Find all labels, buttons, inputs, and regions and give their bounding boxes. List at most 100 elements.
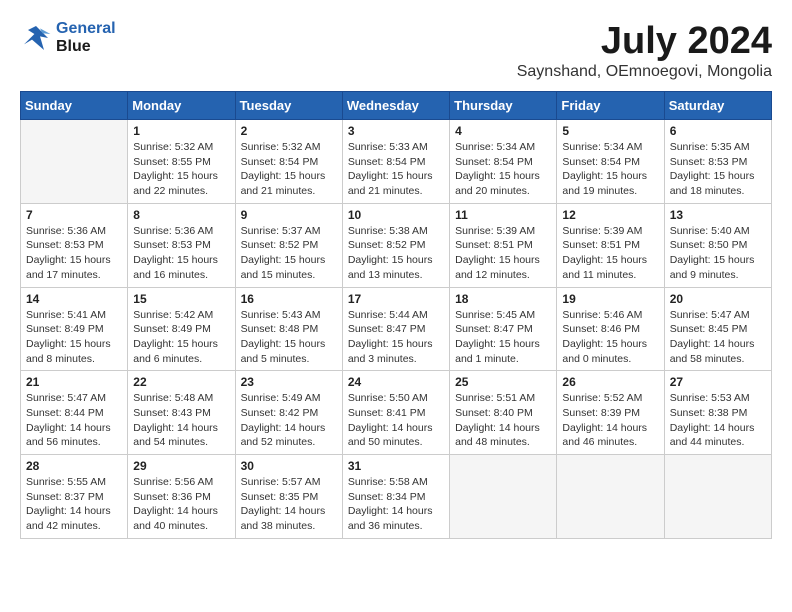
day-info: Sunrise: 5:48 AM Sunset: 8:43 PM Dayligh… — [133, 391, 229, 450]
day-info: Sunrise: 5:47 AM Sunset: 8:45 PM Dayligh… — [670, 308, 766, 367]
day-info: Sunrise: 5:50 AM Sunset: 8:41 PM Dayligh… — [348, 391, 444, 450]
calendar-header-row: SundayMondayTuesdayWednesdayThursdayFrid… — [21, 92, 772, 120]
day-cell: 10 Sunrise: 5:38 AM Sunset: 8:52 PM Dayli… — [342, 203, 449, 287]
day-info: Sunrise: 5:39 AM Sunset: 8:51 PM Dayligh… — [562, 224, 658, 283]
week-row-3: 14 Sunrise: 5:41 AM Sunset: 8:49 PM Dayli… — [21, 287, 772, 371]
day-info: Sunrise: 5:35 AM Sunset: 8:53 PM Dayligh… — [670, 140, 766, 199]
day-number: 9 — [241, 208, 337, 222]
day-cell — [450, 455, 557, 539]
day-info: Sunrise: 5:45 AM Sunset: 8:47 PM Dayligh… — [455, 308, 551, 367]
day-cell: 24 Sunrise: 5:50 AM Sunset: 8:41 PM Dayli… — [342, 371, 449, 455]
column-header-monday: Monday — [128, 92, 235, 120]
day-number: 6 — [670, 124, 766, 138]
day-number: 7 — [26, 208, 122, 222]
page-header: General Blue July 2024 Saynshand, OEmnoe… — [20, 20, 772, 81]
day-cell: 20 Sunrise: 5:47 AM Sunset: 8:45 PM Dayli… — [664, 287, 771, 371]
day-cell: 17 Sunrise: 5:44 AM Sunset: 8:47 PM Dayli… — [342, 287, 449, 371]
month-year-title: July 2024 — [517, 20, 772, 63]
day-number: 20 — [670, 292, 766, 306]
logo-general: General — [56, 20, 116, 37]
week-row-4: 21Sunrise: 5:47 AM Sunset: 8:44 PM Dayli… — [21, 371, 772, 455]
title-block: July 2024 Saynshand, OEmnoegovi, Mongoli… — [517, 20, 772, 81]
day-cell: 13 Sunrise: 5:40 AM Sunset: 8:50 PM Dayli… — [664, 203, 771, 287]
day-cell: 14 Sunrise: 5:41 AM Sunset: 8:49 PM Dayli… — [21, 287, 128, 371]
day-info: Sunrise: 5:42 AM Sunset: 8:49 PM Dayligh… — [133, 308, 229, 367]
day-info: Sunrise: 5:51 AM Sunset: 8:40 PM Dayligh… — [455, 391, 551, 450]
week-row-2: 7 Sunrise: 5:36 AM Sunset: 8:53 PM Daylig… — [21, 203, 772, 287]
day-number: 10 — [348, 208, 444, 222]
week-row-5: 28 Sunrise: 5:55 AM Sunset: 8:37 PM Dayli… — [21, 455, 772, 539]
column-header-saturday: Saturday — [664, 92, 771, 120]
day-number: 15 — [133, 292, 229, 306]
column-header-sunday: Sunday — [21, 92, 128, 120]
day-number: 12 — [562, 208, 658, 222]
day-cell: 7 Sunrise: 5:36 AM Sunset: 8:53 PM Daylig… — [21, 203, 128, 287]
day-info: Sunrise: 5:56 AM Sunset: 8:36 PM Dayligh… — [133, 475, 229, 534]
day-number: 4 — [455, 124, 551, 138]
column-header-friday: Friday — [557, 92, 664, 120]
day-cell: 31Sunrise: 5:58 AM Sunset: 8:34 PM Dayli… — [342, 455, 449, 539]
day-cell: 30Sunrise: 5:57 AM Sunset: 8:35 PM Dayli… — [235, 455, 342, 539]
day-info: Sunrise: 5:34 AM Sunset: 8:54 PM Dayligh… — [562, 140, 658, 199]
day-info: Sunrise: 5:32 AM Sunset: 8:54 PM Dayligh… — [241, 140, 337, 199]
week-row-1: 1Sunrise: 5:32 AM Sunset: 8:55 PM Daylig… — [21, 120, 772, 204]
day-cell: 6 Sunrise: 5:35 AM Sunset: 8:53 PM Daylig… — [664, 120, 771, 204]
day-info: Sunrise: 5:36 AM Sunset: 8:53 PM Dayligh… — [133, 224, 229, 283]
day-cell: 15 Sunrise: 5:42 AM Sunset: 8:49 PM Dayli… — [128, 287, 235, 371]
day-cell: 4 Sunrise: 5:34 AM Sunset: 8:54 PM Daylig… — [450, 120, 557, 204]
day-info: Sunrise: 5:36 AM Sunset: 8:53 PM Dayligh… — [26, 224, 122, 283]
day-cell: 18 Sunrise: 5:45 AM Sunset: 8:47 PM Dayli… — [450, 287, 557, 371]
day-number: 22 — [133, 375, 229, 389]
column-header-tuesday: Tuesday — [235, 92, 342, 120]
day-number: 16 — [241, 292, 337, 306]
day-info: Sunrise: 5:39 AM Sunset: 8:51 PM Dayligh… — [455, 224, 551, 283]
day-number: 26 — [562, 375, 658, 389]
day-info: Sunrise: 5:58 AM Sunset: 8:34 PM Dayligh… — [348, 475, 444, 534]
day-info: Sunrise: 5:53 AM Sunset: 8:38 PM Dayligh… — [670, 391, 766, 450]
logo-icon — [20, 22, 52, 54]
calendar-table: SundayMondayTuesdayWednesdayThursdayFrid… — [20, 91, 772, 539]
day-number: 19 — [562, 292, 658, 306]
day-cell — [21, 120, 128, 204]
column-header-thursday: Thursday — [450, 92, 557, 120]
day-number: 18 — [455, 292, 551, 306]
day-cell: 16 Sunrise: 5:43 AM Sunset: 8:48 PM Dayli… — [235, 287, 342, 371]
logo-blue: Blue — [56, 38, 116, 56]
day-info: Sunrise: 5:37 AM Sunset: 8:52 PM Dayligh… — [241, 224, 337, 283]
day-info: Sunrise: 5:38 AM Sunset: 8:52 PM Dayligh… — [348, 224, 444, 283]
day-info: Sunrise: 5:55 AM Sunset: 8:37 PM Dayligh… — [26, 475, 122, 534]
day-cell: 26Sunrise: 5:52 AM Sunset: 8:39 PM Dayli… — [557, 371, 664, 455]
day-number: 21 — [26, 375, 122, 389]
day-info: Sunrise: 5:34 AM Sunset: 8:54 PM Dayligh… — [455, 140, 551, 199]
day-number: 17 — [348, 292, 444, 306]
logo: General Blue — [20, 20, 116, 56]
day-cell: 12 Sunrise: 5:39 AM Sunset: 8:51 PM Dayli… — [557, 203, 664, 287]
day-number: 3 — [348, 124, 444, 138]
day-number: 14 — [26, 292, 122, 306]
day-number: 11 — [455, 208, 551, 222]
day-number: 24 — [348, 375, 444, 389]
day-number: 1 — [133, 124, 229, 138]
day-number: 25 — [455, 375, 551, 389]
day-cell: 19 Sunrise: 5:46 AM Sunset: 8:46 PM Dayli… — [557, 287, 664, 371]
day-cell — [664, 455, 771, 539]
day-info: Sunrise: 5:41 AM Sunset: 8:49 PM Dayligh… — [26, 308, 122, 367]
day-number: 29 — [133, 459, 229, 473]
day-number: 13 — [670, 208, 766, 222]
day-info: Sunrise: 5:40 AM Sunset: 8:50 PM Dayligh… — [670, 224, 766, 283]
day-cell — [557, 455, 664, 539]
day-info: Sunrise: 5:44 AM Sunset: 8:47 PM Dayligh… — [348, 308, 444, 367]
day-cell: 29 Sunrise: 5:56 AM Sunset: 8:36 PM Dayli… — [128, 455, 235, 539]
day-info: Sunrise: 5:57 AM Sunset: 8:35 PM Dayligh… — [241, 475, 337, 534]
day-info: Sunrise: 5:43 AM Sunset: 8:48 PM Dayligh… — [241, 308, 337, 367]
day-number: 28 — [26, 459, 122, 473]
day-cell: 5Sunrise: 5:34 AM Sunset: 8:54 PM Daylig… — [557, 120, 664, 204]
day-cell: 9 Sunrise: 5:37 AM Sunset: 8:52 PM Daylig… — [235, 203, 342, 287]
location-subtitle: Saynshand, OEmnoegovi, Mongolia — [517, 63, 772, 81]
day-number: 8 — [133, 208, 229, 222]
day-cell: 1Sunrise: 5:32 AM Sunset: 8:55 PM Daylig… — [128, 120, 235, 204]
day-cell: 22 Sunrise: 5:48 AM Sunset: 8:43 PM Dayli… — [128, 371, 235, 455]
day-number: 23 — [241, 375, 337, 389]
day-cell: 27Sunrise: 5:53 AM Sunset: 8:38 PM Dayli… — [664, 371, 771, 455]
day-info: Sunrise: 5:46 AM Sunset: 8:46 PM Dayligh… — [562, 308, 658, 367]
